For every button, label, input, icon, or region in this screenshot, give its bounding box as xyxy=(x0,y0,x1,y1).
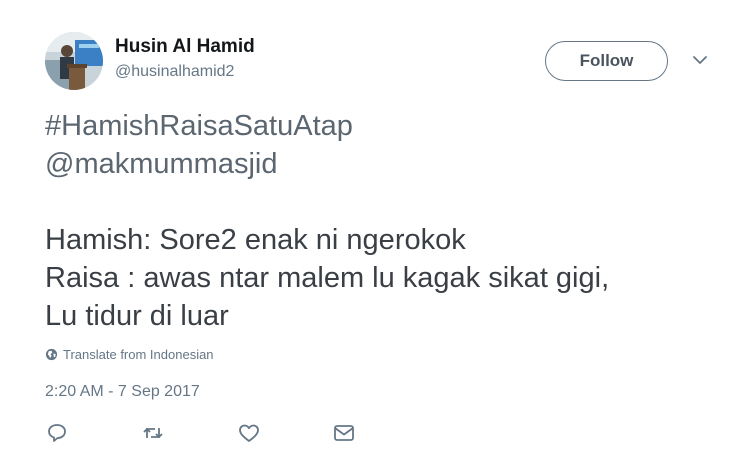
follow-button[interactable]: Follow xyxy=(545,41,668,81)
tweet-line: Raisa : awas ntar malem lu kagak sikat g… xyxy=(45,262,610,294)
globe-icon xyxy=(45,348,58,361)
mention-link[interactable]: @makmummasjid xyxy=(45,145,609,183)
chevron-down-icon[interactable] xyxy=(690,52,710,68)
message-icon[interactable] xyxy=(332,421,356,445)
translate-link[interactable]: Translate from Indonesian xyxy=(45,347,214,362)
user-name[interactable]: Husin Al Hamid xyxy=(115,36,255,58)
retweet-icon[interactable] xyxy=(141,421,165,445)
profile-photo-icon xyxy=(45,32,103,90)
like-icon[interactable] xyxy=(237,421,261,445)
tweet-line: Hamish: Sore2 enak ni ngerokok xyxy=(45,224,466,256)
user-handle[interactable]: @husinalhamid2 xyxy=(115,63,234,81)
tweet-text: #HamishRaisaSatuAtap @makmummasjid Hamis… xyxy=(45,107,609,335)
tweet-line: Lu tidur di luar xyxy=(45,300,229,332)
reply-icon[interactable] xyxy=(45,421,69,445)
avatar[interactable] xyxy=(45,32,103,90)
translate-label[interactable]: Translate from Indonesian xyxy=(63,347,214,362)
hashtag-link[interactable]: #HamishRaisaSatuAtap xyxy=(45,107,609,145)
tweet-timestamp[interactable]: 2:20 AM - 7 Sep 2017 xyxy=(45,383,200,401)
